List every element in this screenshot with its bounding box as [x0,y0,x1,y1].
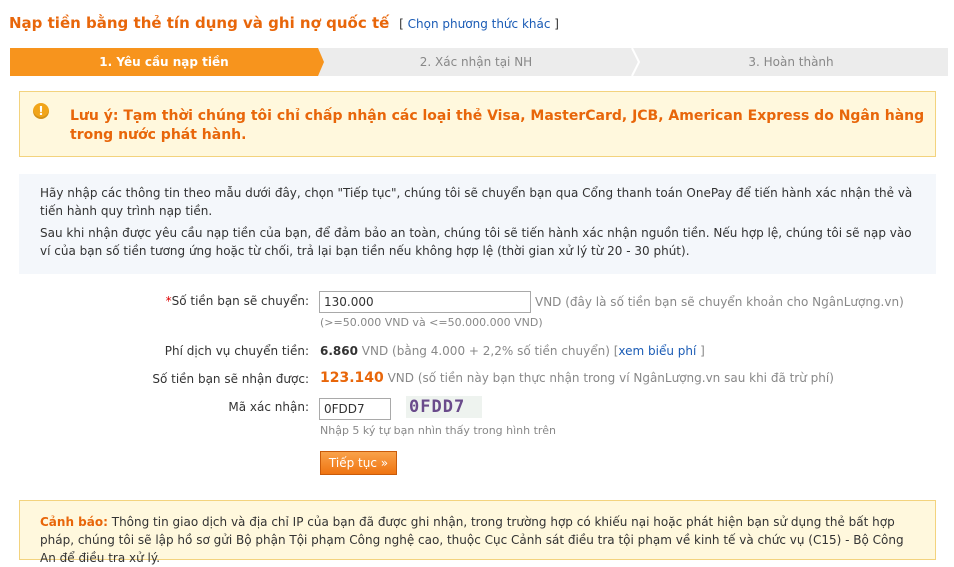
bracket-close: ] [554,17,559,31]
amount-label-text: Số tiền bạn sẽ chuyển: [171,294,309,308]
info-box: Hãy nhập các thông tin theo mẫu dưới đây… [19,174,936,274]
choose-other-method-link[interactable]: Chọn phương thức khác [408,17,551,31]
warning-text: Thông tin giao dịch và địa chỉ IP của bạ… [40,515,904,565]
captcha-image: 0FDD7 [406,396,482,418]
notice-text: Lưu ý: Tạm thời chúng tôi chỉ chấp nhận … [70,108,925,143]
info-paragraph-2: Sau khi nhận được yêu cầu nạp tiền của b… [40,226,912,258]
fee-value: 6.860 [320,344,358,358]
step-separator-icon [631,48,640,76]
notice-box: ! Lưu ý: Tạm thời chúng tôi chỉ chấp nhậ… [19,91,936,157]
captcha-hint: Nhập 5 ký tự bạn nhìn thấy trong hình tr… [320,424,556,437]
alt-method-wrap: [ Chọn phương thức khác ] [399,17,559,31]
amount-label: *Số tiền bạn sẽ chuyển: [166,294,309,308]
step-complete: 3. Hoàn thành [634,48,948,76]
page-header: Nạp tiền bằng thẻ tín dụng và ghi nợ quố… [9,14,559,32]
receive-row: 123.140 VND (số tiền này bạn thực nhận t… [320,370,834,386]
receive-note: VND (số tiền này bạn thực nhận trong ví … [387,371,834,385]
captcha-input[interactable] [319,398,391,420]
step-bank-confirm: 2. Xác nhận tại NH [318,48,634,76]
fee-close: ] [700,344,705,358]
step-request: 1. Yêu cầu nạp tiền [10,48,318,76]
fee-note: VND (bằng 4.000 + 2,2% số tiền chuyển) [ [361,344,619,358]
amount-unit-note: VND (đây là số tiền bạn sẽ chuyển khoản … [535,295,904,309]
amount-input[interactable] [319,291,531,313]
bracket-open: [ [399,17,404,31]
page-title: Nạp tiền bằng thẻ tín dụng và ghi nợ quố… [9,14,390,32]
fee-label: Phí dịch vụ chuyển tiền: [164,344,309,358]
info-paragraph-1: Hãy nhập các thông tin theo mẫu dưới đây… [40,186,913,218]
receive-label: Số tiền bạn sẽ nhận được: [152,372,309,386]
fee-schedule-link[interactable]: xem biểu phí [618,344,696,358]
captcha-label: Mã xác nhận: [228,400,309,414]
exclamation-icon: ! [33,103,49,119]
receive-value: 123.140 [320,370,384,386]
progress-steps: 1. Yêu cầu nạp tiền 2. Xác nhận tại NH 3… [10,48,948,76]
warning-label: Cảnh báo: [40,515,108,529]
warning-box: Cảnh báo: Thông tin giao dịch và địa chỉ… [19,500,936,565]
step-arrow-icon [310,48,324,76]
continue-button[interactable]: Tiếp tục » [320,451,397,475]
fee-row: 6.860 VND (bằng 4.000 + 2,2% số tiền chu… [320,344,705,358]
amount-range-hint: (>=50.000 VND và <=50.000.000 VND) [320,316,543,329]
